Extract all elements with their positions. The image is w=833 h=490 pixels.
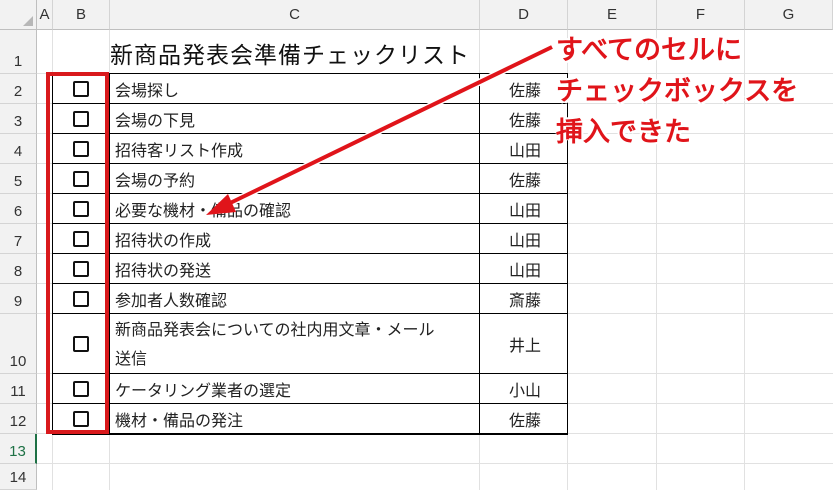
annotation-text: すべてのセルに チェックボックスを 挿入できた (556, 30, 798, 153)
annotation-line-1: すべてのセルに (556, 35, 743, 66)
annotation-line-3: 挿入できた (556, 117, 691, 148)
annotation-line-2: チェックボックスを (556, 76, 799, 107)
